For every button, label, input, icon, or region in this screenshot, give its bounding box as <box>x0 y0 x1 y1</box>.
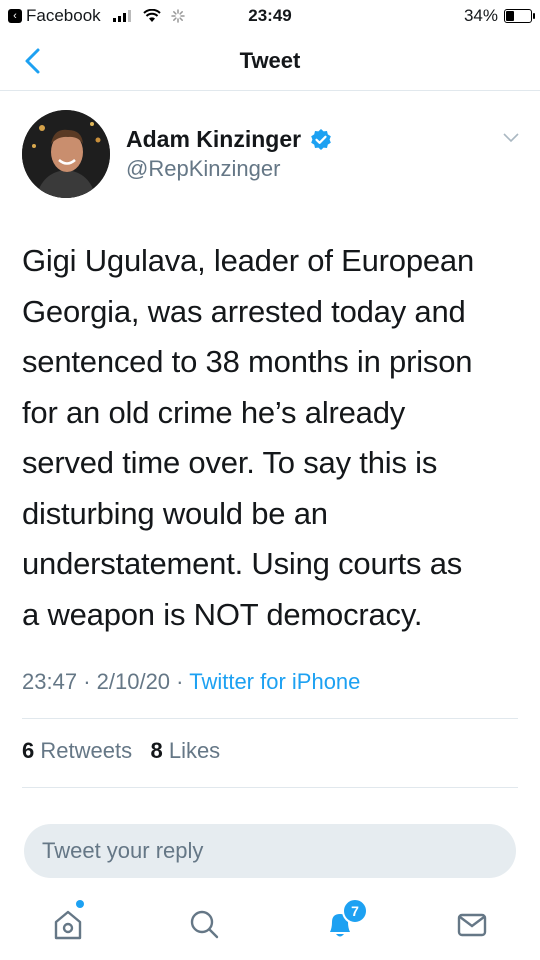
likes-stat[interactable]: 8 Likes <box>150 738 220 763</box>
author-handle[interactable]: @RepKinzinger <box>126 156 280 182</box>
tweet-source-link[interactable]: Twitter for iPhone <box>189 669 360 694</box>
divider <box>22 787 518 788</box>
battery-level <box>506 11 514 21</box>
avatar-photo <box>22 110 110 198</box>
retweets-stat[interactable]: 6 Retweets <box>22 738 138 763</box>
tweet-author[interactable]: Adam Kinzinger @RepKinzinger <box>22 110 522 200</box>
nav-bar: Tweet <box>0 34 540 91</box>
tweet-line: Gigi Ugulava, leader of European <box>22 243 475 278</box>
meta-separator: · <box>176 669 184 694</box>
engagement-counts: 6 Retweets 8 Likes <box>22 738 220 764</box>
meta-separator: · <box>83 669 91 694</box>
tweet-line: for an old crime he’s already <box>22 394 406 430</box>
likes-label: Likes <box>168 738 221 763</box>
notifications-badge: 7 <box>342 898 368 924</box>
status-bar: ‹ Facebook 23:49 34% <box>0 0 540 34</box>
tweet-line: served time over. To say this is <box>22 445 438 480</box>
mail-icon <box>457 913 487 937</box>
tab-notifications[interactable]: 7 <box>320 898 368 944</box>
verified-badge-icon <box>311 128 331 150</box>
retweets-label: Retweets <box>40 738 133 763</box>
tweet-line: a weapon is NOT democracy. <box>22 596 423 632</box>
tweet-time: 23:47 <box>22 669 78 694</box>
new-content-dot <box>76 900 84 908</box>
status-time: 23:49 <box>248 6 292 25</box>
battery-icon <box>504 9 535 23</box>
tab-search[interactable] <box>184 904 224 944</box>
tweet-line: understatement. Using courts as <box>22 546 463 581</box>
tweet-line: Georgia, was arrested today and <box>22 293 466 329</box>
retweets-count: 6 <box>22 738 35 763</box>
tweet-date: 2/10/20 <box>96 669 171 694</box>
page-title: Tweet <box>239 48 301 73</box>
battery-status: 34% <box>463 6 535 26</box>
tweet-meta: 23:47 · 2/10/20 · Twitter for iPhone <box>22 669 360 695</box>
avatar[interactable] <box>22 110 110 198</box>
reply-placeholder: Tweet your reply <box>42 838 204 863</box>
chevron-down-icon[interactable] <box>502 132 520 144</box>
home-icon <box>54 910 82 940</box>
author-name[interactable]: Adam Kinzinger <box>126 126 301 153</box>
tab-messages[interactable] <box>452 904 492 944</box>
tab-home[interactable] <box>48 900 88 944</box>
likes-count: 8 <box>150 738 163 763</box>
reply-input[interactable]: Tweet your reply <box>24 824 516 878</box>
battery-percent: 34% <box>463 6 498 25</box>
tab-bar: 7 <box>0 890 540 960</box>
divider <box>22 718 518 719</box>
tweet-line: disturbing would be an <box>22 495 328 531</box>
search-icon <box>190 910 219 939</box>
tweet-text: Gigi Ugulava, leader of European Georgia… <box>22 236 522 640</box>
tweet-line: sentenced to 38 months in prison <box>22 344 473 379</box>
